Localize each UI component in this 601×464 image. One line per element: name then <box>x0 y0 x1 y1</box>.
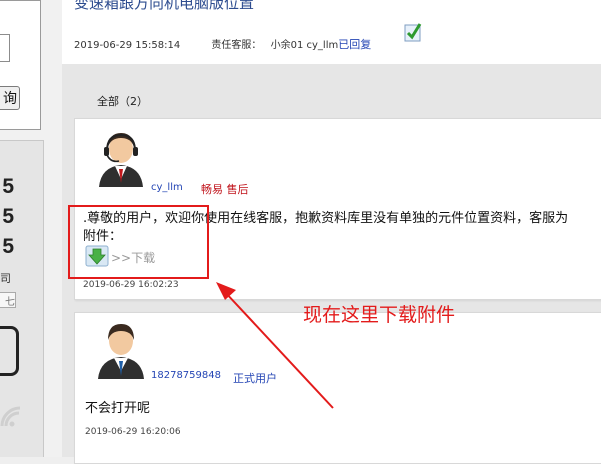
annotation-arrow-icon <box>216 282 334 409</box>
annotation-text: 现在这里下载附件 <box>303 304 456 326</box>
